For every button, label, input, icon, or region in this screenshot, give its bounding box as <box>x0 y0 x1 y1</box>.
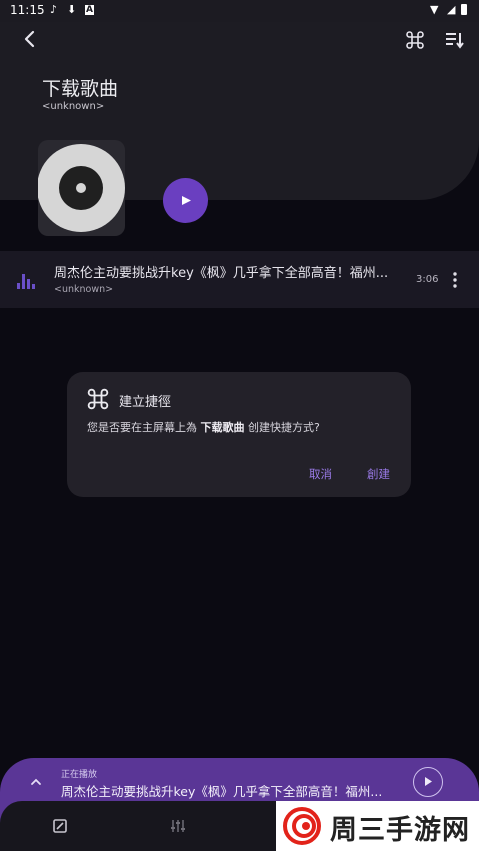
play-icon <box>425 777 432 786</box>
vinyl-disc-icon <box>38 144 125 232</box>
dialog-message-prefix: 您是否要在主屏幕上為 <box>87 421 201 434</box>
play-all-button[interactable] <box>163 178 208 223</box>
app-notification-icon: A <box>85 5 94 15</box>
mini-player-play-button[interactable] <box>413 767 443 797</box>
signal-icon: ◢ <box>447 3 456 16</box>
dialog-message-suffix: 创建快捷方式? <box>244 421 320 434</box>
back-arrow-icon[interactable] <box>18 27 42 51</box>
page-subtitle: <unknown> <box>42 101 105 112</box>
page-title: 下载歌曲 <box>42 78 119 100</box>
album-art <box>38 140 125 236</box>
more-vert-icon[interactable] <box>448 270 462 290</box>
now-playing-label: 正在播放 <box>61 770 98 780</box>
play-icon <box>182 196 191 205</box>
library-icon[interactable] <box>52 818 68 834</box>
watermark-text: 周三手游网 <box>330 815 470 846</box>
now-playing-title: 周杰伦主动要挑战升key《枫》几乎拿下全部高音！福州... <box>61 784 383 799</box>
dialog-message: 您是否要在主屏幕上為 下载歌曲 创建快捷方式? <box>87 419 320 435</box>
now-playing-equalizer-icon <box>17 274 35 289</box>
watermark-logo-icon <box>283 807 321 845</box>
dialog-message-playlist-name: 下载歌曲 <box>200 421 245 434</box>
create-button[interactable]: 創建 <box>361 464 396 484</box>
shortcut-command-icon[interactable] <box>403 28 427 52</box>
shortcut-command-icon <box>87 388 109 410</box>
cancel-button[interactable]: 取消 <box>303 464 338 484</box>
song-title: 周杰伦主动要挑战升key《枫》几乎拿下全部高音！福州... <box>54 266 389 281</box>
download-icon: ⬇ <box>67 3 77 16</box>
music-note-icon: ♪ <box>50 3 58 16</box>
chevron-up-icon[interactable] <box>26 772 46 792</box>
sort-icon[interactable] <box>443 29 465 51</box>
battery-icon <box>461 4 467 15</box>
song-artist: <unknown> <box>54 284 114 295</box>
status-time: 11:15 <box>10 3 45 17</box>
equalizer-icon[interactable] <box>170 818 186 834</box>
song-duration: 3:06 <box>416 274 439 285</box>
dialog-title: 建立捷徑 <box>119 395 172 410</box>
wifi-icon: ▼ <box>430 3 439 16</box>
